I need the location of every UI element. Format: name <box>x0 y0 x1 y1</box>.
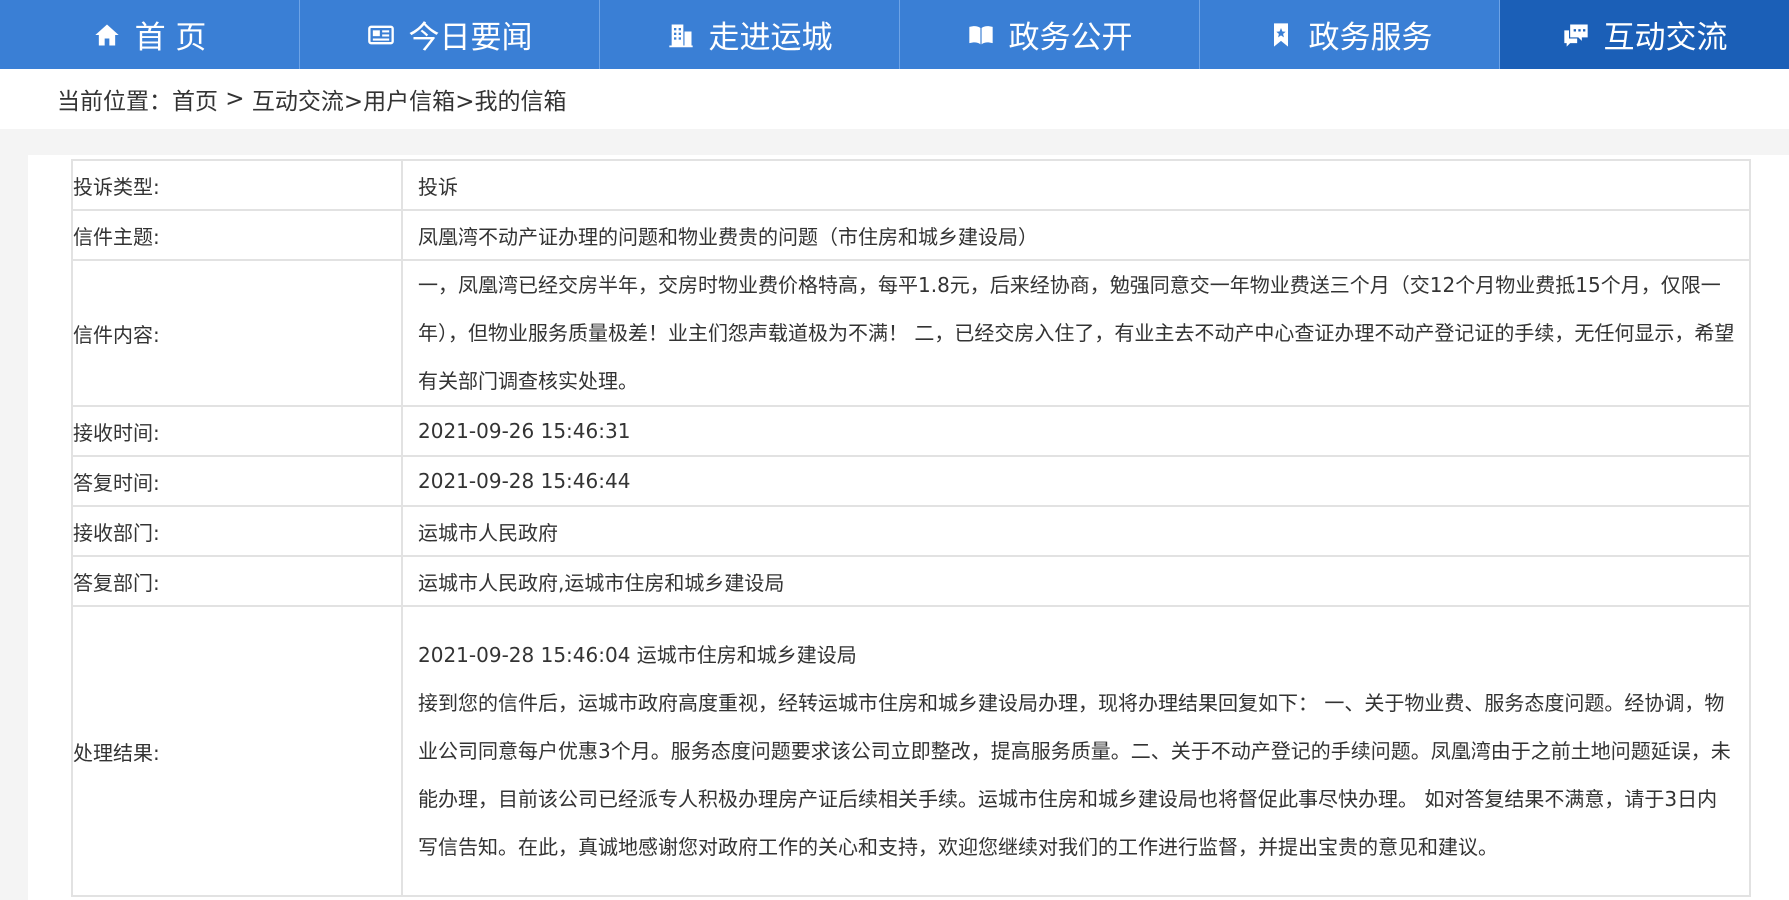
breadcrumb-my-mailbox-link[interactable]: >我的信箱 <box>455 82 566 116</box>
receive-dept-label: 接收部门: <box>71 505 403 557</box>
table-row: 答复时间: 2021-09-28 15:46:44 <box>71 455 1751 507</box>
nav-item-label: 政务公开 <box>1008 20 1133 56</box>
breadcrumb-mailbox-link[interactable]: >用户信箱 <box>344 82 455 116</box>
breadcrumb: 当前位置： 首页 > 互动交流 >用户信箱 >我的信箱 <box>0 69 1789 129</box>
nav-item-label: 政务服务 <box>1308 20 1433 56</box>
letter-detail-table: 投诉类型: 投诉 信件主题: 凤凰湾不动产证办理的问题和物业费贵的问题（市住房和… <box>71 159 1751 897</box>
result-cell: 2021-09-28 15:46:04 运城市住房和城乡建设局 接到您的信件后，… <box>401 605 1751 897</box>
reply-dept-value: 运城市人民政府,运城市住房和城乡建设局 <box>401 555 1751 607</box>
nav-item-open-gov[interactable]: 政务公开 <box>900 0 1200 69</box>
subject-label: 信件主题: <box>71 209 403 261</box>
table-row: 接收部门: 运城市人民政府 <box>71 505 1751 557</box>
breadcrumb-home-link[interactable]: 首页 <box>172 82 218 116</box>
top-nav: 首 页 今日要闻 走进运城 政务公开 政务服务 互动交流 <box>0 0 1789 69</box>
nav-item-news[interactable]: 今日要闻 <box>300 0 600 69</box>
nav-item-label: 首 页 <box>134 20 207 56</box>
received-time-label: 接收时间: <box>71 405 403 457</box>
content-value: 一，凤凰湾已经交房半年，交房时物业费价格特高，每平1.8元，后来经协商，勉强同意… <box>401 259 1751 407</box>
chat-icon <box>1562 21 1590 49</box>
table-row: 接收时间: 2021-09-26 15:46:31 <box>71 405 1751 457</box>
received-time-value: 2021-09-26 15:46:31 <box>401 405 1751 457</box>
news-icon <box>367 21 395 49</box>
reply-dept-label: 答复部门: <box>71 555 403 607</box>
breadcrumb-prefix: 当前位置： <box>57 89 172 115</box>
reply-time-value: 2021-09-28 15:46:44 <box>401 455 1751 507</box>
type-value: 投诉 <box>401 159 1751 211</box>
nav-item-home[interactable]: 首 页 <box>0 0 300 69</box>
table-row: 信件主题: 凤凰湾不动产证办理的问题和物业费贵的问题（市住房和城乡建设局） <box>71 209 1751 261</box>
table-row: 信件内容: 一，凤凰湾已经交房半年，交房时物业费价格特高，每平1.8元，后来经协… <box>71 259 1751 407</box>
type-label: 投诉类型: <box>71 159 403 211</box>
nav-item-about[interactable]: 走进运城 <box>600 0 900 69</box>
reply-time-label: 答复时间: <box>71 455 403 507</box>
table-row: 处理结果: 2021-09-28 15:46:04 运城市住房和城乡建设局 接到… <box>71 605 1751 897</box>
result-label: 处理结果: <box>71 605 403 897</box>
home-icon <box>93 21 121 49</box>
book-icon <box>967 21 995 49</box>
result-header: 2021-09-28 15:46:04 运城市住房和城乡建设局 <box>418 643 857 667</box>
letter-detail-panel: 投诉类型: 投诉 信件主题: 凤凰湾不动产证办理的问题和物业费贵的问题（市住房和… <box>28 155 1789 900</box>
table-row: 答复部门: 运城市人民政府,运城市住房和城乡建设局 <box>71 555 1751 607</box>
table-row: 投诉类型: 投诉 <box>71 159 1751 211</box>
bookmark-icon <box>1267 21 1295 49</box>
nav-item-label: 今日要闻 <box>408 20 533 56</box>
subject-value: 凤凰湾不动产证办理的问题和物业费贵的问题（市住房和城乡建设局） <box>401 209 1751 261</box>
nav-item-interact[interactable]: 互动交流 <box>1500 0 1789 69</box>
nav-item-label: 走进运城 <box>708 20 833 56</box>
nav-item-label: 互动交流 <box>1603 20 1728 56</box>
breadcrumb-separator: > <box>218 86 252 112</box>
nav-item-service[interactable]: 政务服务 <box>1200 0 1500 69</box>
result-body: 接到您的信件后，运城市政府高度重视，经转运城市住房和城乡建设局办理，现将办理结果… <box>418 691 1731 859</box>
building-icon <box>667 21 695 49</box>
receive-dept-value: 运城市人民政府 <box>401 505 1751 557</box>
breadcrumb-interact-link[interactable]: 互动交流 <box>252 82 344 116</box>
content-label: 信件内容: <box>71 259 403 407</box>
